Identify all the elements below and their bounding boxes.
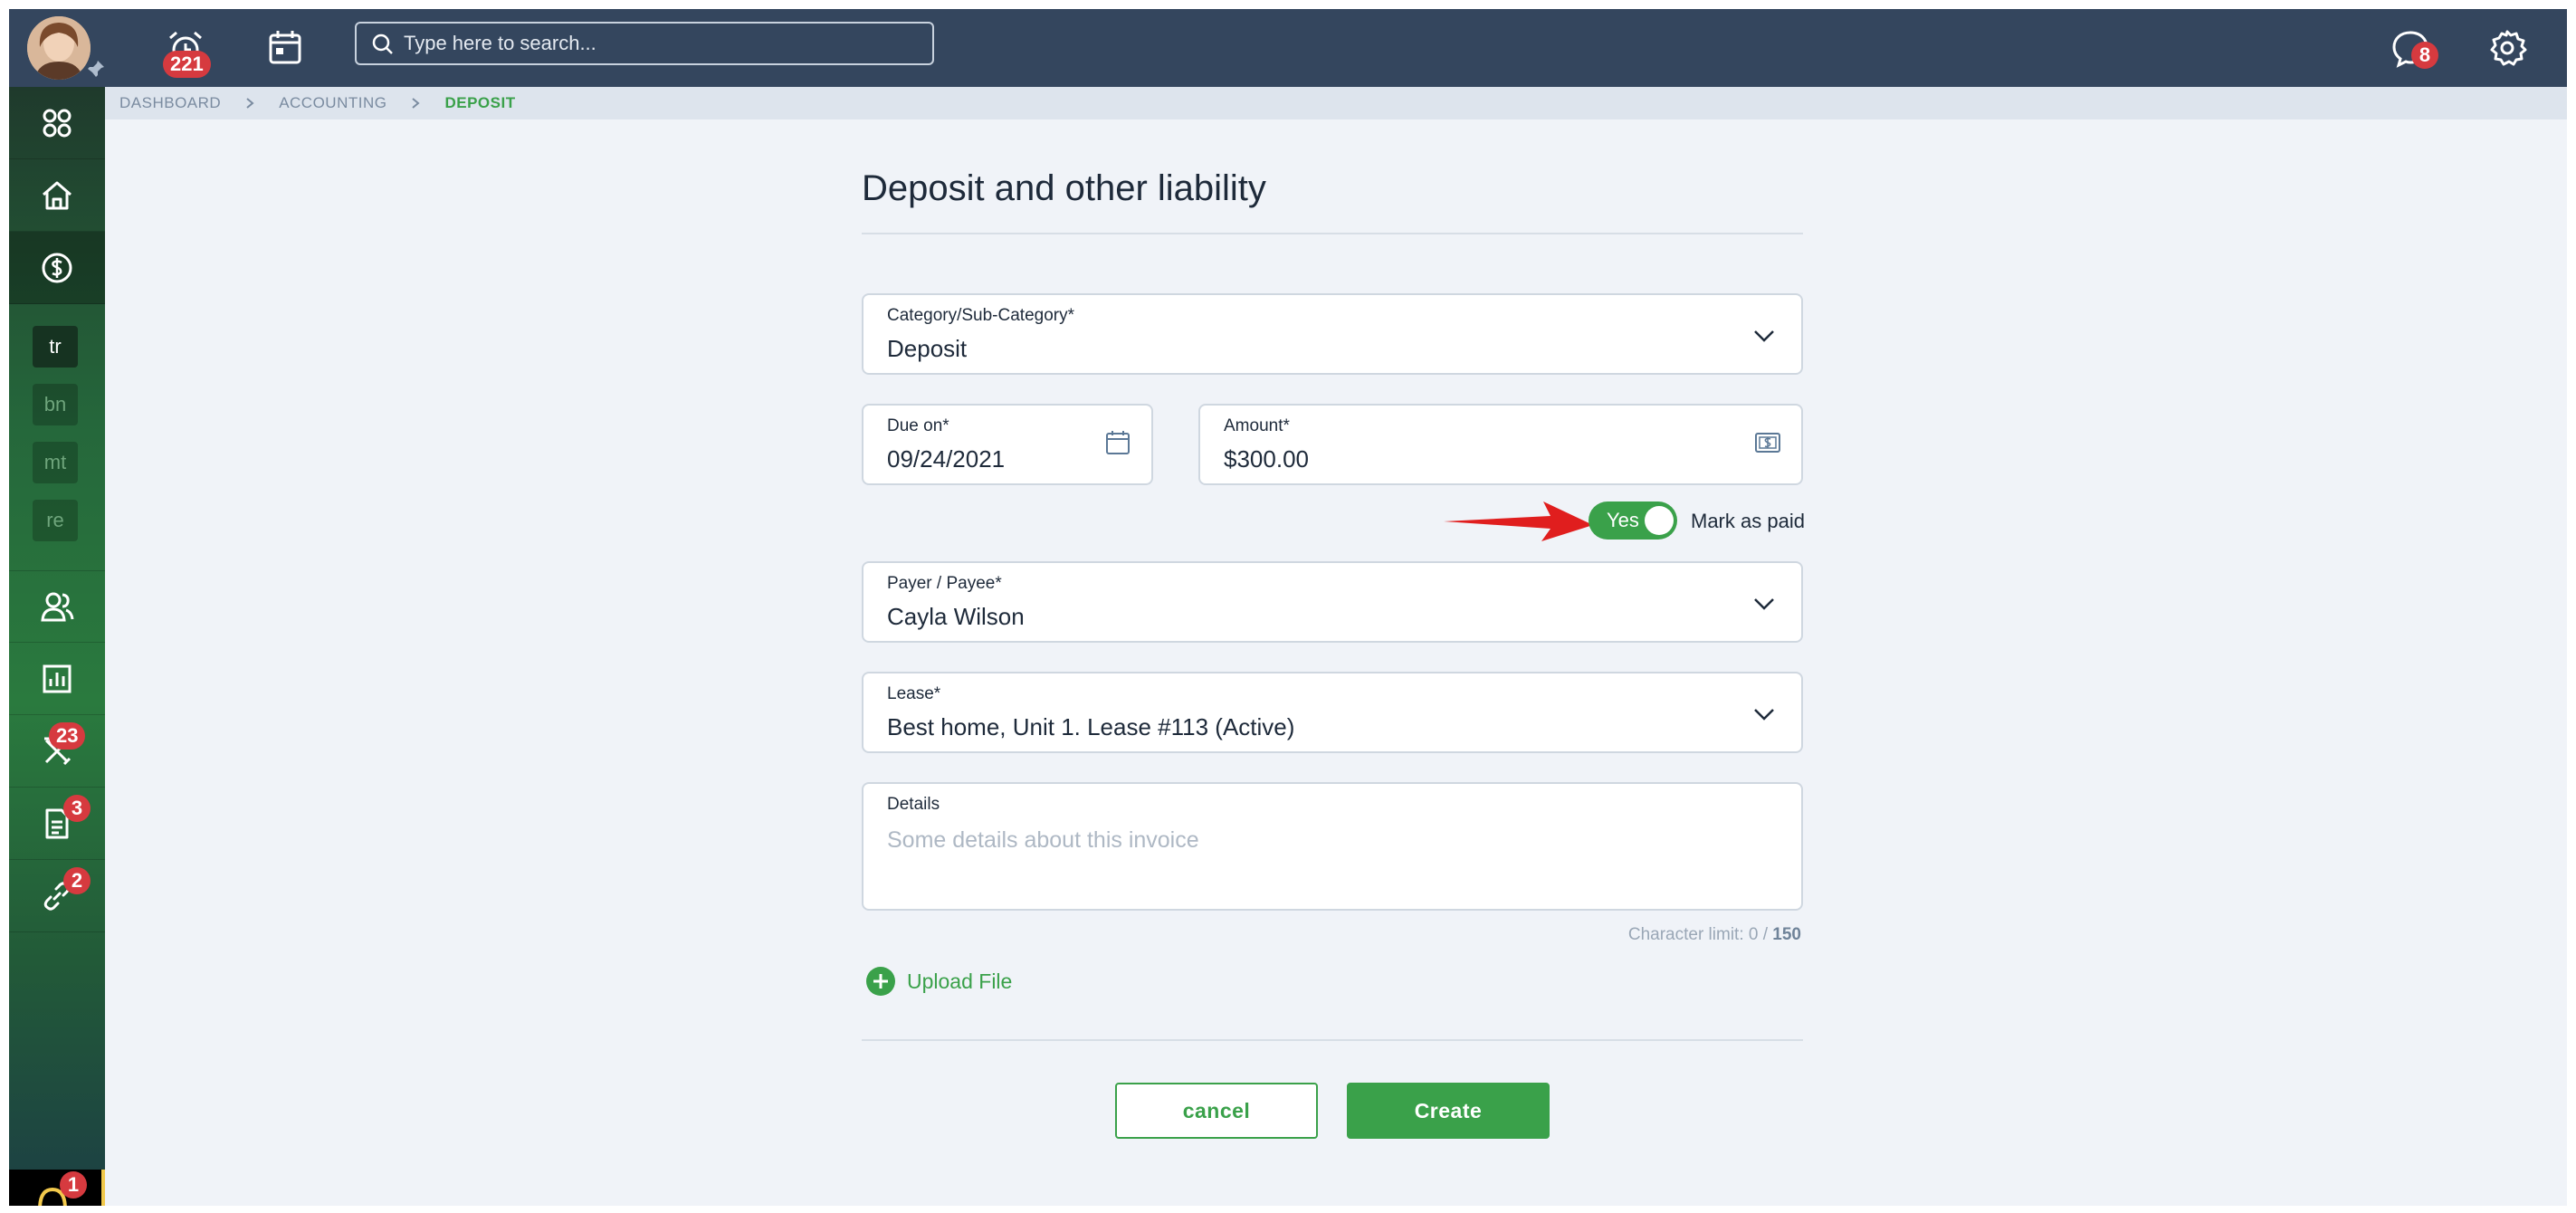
chevron-right-icon <box>246 98 254 109</box>
chevron-right-icon <box>412 98 421 109</box>
red-arrow-annotation <box>1444 501 1593 541</box>
sidebar: tr bn mt re 23 3 2 1 <box>9 87 105 1206</box>
due-on-label: Due on* <box>887 416 949 435</box>
home-icon <box>43 181 72 209</box>
bar-chart-icon <box>43 664 72 692</box>
amount-value: $300.00 <box>1224 445 1309 473</box>
sidebar-subitem-re[interactable]: re <box>33 500 78 541</box>
payer-value: Cayla Wilson <box>887 603 1025 630</box>
toggle-state-text: Yes <box>1607 509 1639 531</box>
sidebar-item-documents[interactable] <box>9 788 105 860</box>
people-icon <box>41 592 74 622</box>
sidebar-item-people[interactable] <box>9 570 105 643</box>
links-badge: 2 <box>63 867 91 894</box>
title-divider <box>862 233 1803 234</box>
amount-field[interactable]: Amount* $300.00 <box>1198 404 1803 485</box>
chevron-down-icon <box>1754 330 1774 342</box>
dollar-circle-icon <box>42 253 72 282</box>
plus-circle-icon <box>866 967 895 996</box>
sidebar-item-home[interactable] <box>9 159 105 232</box>
breadcrumb-dashboard[interactable]: DASHBOARD <box>119 94 221 112</box>
char-limit-max: 150 <box>1772 925 1801 944</box>
details-textarea[interactable]: Details Some details about this invoice <box>862 782 1803 911</box>
amount-label: Amount* <box>1224 416 1290 435</box>
category-label: Category/Sub-Category* <box>887 306 1074 325</box>
payer-select[interactable]: Payer / Payee* Cayla Wilson <box>862 561 1803 643</box>
breadcrumb-deposit: DEPOSIT <box>444 94 516 111</box>
lease-label: Lease* <box>887 684 941 703</box>
breadcrumb: DASHBOARD ACCOUNTING DEPOSIT <box>105 87 2567 119</box>
due-on-value: 09/24/2021 <box>887 445 1006 473</box>
search-box[interactable] <box>355 22 934 65</box>
character-limit: Character limit: 0 / 150 <box>1548 925 1801 945</box>
documents-badge: 3 <box>63 795 91 822</box>
app-window: 221 8 <box>9 9 2567 1206</box>
details-label: Details <box>887 795 940 814</box>
mark-as-paid-label: Mark as paid <box>1691 510 1805 532</box>
gear-icon[interactable] <box>2485 25 2530 71</box>
lease-value: Best home, Unit 1. Lease #113 (Active) <box>887 713 1295 740</box>
sidebar-bottom-item[interactable]: 1 <box>9 1170 105 1206</box>
sidebar-subitem-mt[interactable]: mt <box>33 442 78 483</box>
search-input[interactable] <box>404 24 920 63</box>
toggle-knob <box>1645 506 1674 535</box>
category-value: Deposit <box>887 335 968 362</box>
calendar-icon[interactable] <box>1104 429 1131 456</box>
pin-icon[interactable] <box>85 58 107 80</box>
search-icon <box>372 33 393 54</box>
create-button[interactable]: Create <box>1347 1083 1550 1139</box>
sidebar-item-reports[interactable] <box>9 643 105 715</box>
chevron-down-icon <box>1754 598 1774 610</box>
calendar-icon[interactable] <box>262 25 308 71</box>
form-bottom-divider <box>862 1039 1803 1041</box>
page-title: Deposit and other liability <box>862 168 1266 208</box>
alarm-badge: 221 <box>163 51 211 78</box>
lease-select[interactable]: Lease* Best home, Unit 1. Lease #113 (Ac… <box>862 672 1803 753</box>
maintenance-badge: 23 <box>49 722 86 750</box>
chevron-down-icon <box>1754 709 1774 721</box>
sidebar-subitem-bn[interactable]: bn <box>33 384 78 425</box>
avatar-image <box>27 16 91 80</box>
mark-as-paid-toggle[interactable]: Yes <box>1589 501 1677 540</box>
dollar-bill-icon <box>1755 433 1780 453</box>
top-bar: 221 8 <box>9 9 2567 87</box>
sidebar-item-links[interactable] <box>9 860 105 932</box>
category-select[interactable]: Category/Sub-Category* Deposit <box>862 293 1803 375</box>
char-limit-prefix: Character limit: 0 / <box>1627 925 1773 944</box>
upload-file-label: Upload File <box>907 969 1013 993</box>
sidebar-item-apps[interactable] <box>9 87 105 159</box>
breadcrumb-accounting[interactable]: ACCOUNTING <box>279 94 386 112</box>
sidebar-item-accounting[interactable] <box>9 232 105 304</box>
cancel-button[interactable]: cancel <box>1115 1083 1318 1139</box>
payer-label: Payer / Payee* <box>887 574 1002 593</box>
apps-grid-icon <box>43 109 72 137</box>
sidebar-subitem-tr[interactable]: tr <box>33 326 78 368</box>
upload-file-button[interactable]: Upload File <box>865 965 1012 998</box>
bottom-badge: 1 <box>60 1171 87 1199</box>
notifications-badge: 8 <box>2411 42 2438 69</box>
details-placeholder: Some details about this invoice <box>887 827 1199 853</box>
due-on-field[interactable]: Due on* 09/24/2021 <box>862 404 1153 485</box>
user-avatar[interactable] <box>27 16 91 80</box>
